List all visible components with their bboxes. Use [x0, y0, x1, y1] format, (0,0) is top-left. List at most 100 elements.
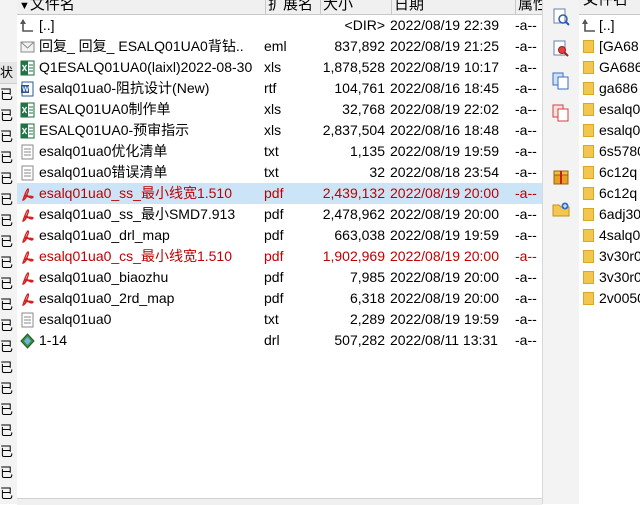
file-name: esalq01ua0_biaozhu: [39, 269, 169, 285]
left-list-item[interactable]: 已: [0, 294, 17, 315]
file-date: 2022/08/19 22:39: [390, 17, 499, 33]
find-file-icon[interactable]: [552, 40, 570, 58]
right-list-item[interactable]: 6c12q: [579, 183, 640, 204]
file-row[interactable]: Q1ESALQ01UA0(laixl)2022-08-30 xls 1,878,52…: [17, 57, 542, 78]
file-row[interactable]: [..] <DIR> 2022/08/19 22:39 -a--: [17, 15, 542, 36]
file-date: 2022/08/11 13:31: [390, 332, 498, 348]
file-date: 2022/08/19 21:25: [390, 38, 499, 54]
file-date: 2022/08/19 20:00: [390, 185, 499, 201]
file-row[interactable]: esalq01ua0_biaozhu pdf 7,985 2022/08/19 20:…: [17, 267, 542, 288]
right-list-item[interactable]: GA686: [579, 57, 640, 78]
right-list-item[interactable]: [GA68: [579, 36, 640, 57]
left-list-item[interactable]: 已: [0, 231, 17, 252]
left-list-item[interactable]: 已: [0, 105, 17, 126]
folder-icon: [583, 292, 594, 305]
right-file-panel: ▼文件名 [..] [GA68 GA686 ga686 esalq0 esalq0 6s57…: [579, 0, 640, 504]
right-item-name: 6c12q: [599, 164, 638, 180]
left-list-item[interactable]: 已: [0, 483, 17, 504]
file-row[interactable]: esalq01ua0_ss_最小SMD7.913 pdf 2,478,962 2022…: [17, 204, 542, 225]
left-list-item[interactable]: 已: [0, 399, 17, 420]
left-list-item[interactable]: 已: [0, 147, 17, 168]
left-list-item[interactable]: 已: [0, 210, 17, 231]
email-file-icon: [19, 36, 37, 57]
left-tab-label[interactable]: 状: [0, 62, 17, 84]
right-column-header-name[interactable]: ▼文件名: [579, 0, 640, 15]
column-header-ext[interactable]: 扩展名: [266, 0, 321, 14]
file-name: ESALQ01UA0-预审指示: [39, 122, 190, 138]
pdf-file-icon: [19, 204, 37, 225]
file-date: 2022/08/19 19:59: [390, 311, 499, 327]
right-list-item[interactable]: 3v30r0: [579, 267, 640, 288]
left-list-item[interactable]: 已: [0, 84, 17, 105]
right-list-item[interactable]: esalq0: [579, 120, 640, 141]
file-date: 2022/08/19 20:00: [390, 290, 499, 306]
excel-file-icon: [19, 57, 37, 78]
pdf-file-icon: [19, 267, 37, 288]
file-row[interactable]: esalq01ua0_2rd_map pdf 6,318 2022/08/19 20:…: [17, 288, 542, 309]
left-list-item[interactable]: 已: [0, 357, 17, 378]
left-list-item[interactable]: 已: [0, 252, 17, 273]
file-row[interactable]: esalq01ua0 txt 2,289 2022/08/19 19:59 -a--: [17, 309, 542, 330]
delete-file-icon[interactable]: [552, 104, 570, 122]
file-date: 2022/08/19 19:59: [390, 143, 499, 159]
right-list-item[interactable]: [..]: [579, 15, 640, 36]
right-list-item[interactable]: 3v30r0: [579, 246, 640, 267]
file-row[interactable]: ESALQ01UA0制作单 xls 32,768 2022/08/19 22:02 -a…: [17, 99, 542, 120]
right-list-item[interactable]: 6s5780: [579, 141, 640, 162]
file-attr: -a--: [515, 164, 537, 180]
right-item-name: [..]: [599, 17, 615, 33]
column-header-name[interactable]: ▼文件名: [17, 0, 266, 14]
left-list-item[interactable]: 已: [0, 126, 17, 147]
right-list-item[interactable]: ga686: [579, 78, 640, 99]
file-date: 2022/08/16 18:48: [390, 122, 499, 138]
left-list-item[interactable]: 已: [0, 336, 17, 357]
right-list-item[interactable]: 4salq0: [579, 225, 640, 246]
left-list-item[interactable]: 已: [0, 378, 17, 399]
file-row[interactable]: esalq01ua0优化清单 txt 1,135 2022/08/19 19:59 -a…: [17, 141, 542, 162]
file-name: esalq01ua0_ss_最小线宽1.510: [39, 185, 233, 201]
file-attr: -a--: [515, 332, 537, 348]
file-row[interactable]: 1-14 drl 507,282 2022/08/11 13:31 -a--: [17, 330, 542, 351]
right-list-item[interactable]: esalq0: [579, 99, 640, 120]
file-size: 2,439,132: [322, 185, 385, 201]
right-list-item[interactable]: 6adj30: [579, 204, 640, 225]
file-row[interactable]: ESALQ01UA0-预审指示 xls 2,837,504 2022/08/16 18…: [17, 120, 542, 141]
file-row[interactable]: esalq01ua0_ss_最小线宽1.510 pdf 2,439,132 2022/…: [17, 183, 542, 204]
file-row[interactable]: esalq01ua0_cs_最小线宽1.510 pdf 1,902,969 2022/…: [17, 246, 542, 267]
file-attr: -a--: [515, 80, 537, 96]
file-attr: -a--: [515, 248, 537, 264]
file-row[interactable]: esalq01ua0_drl_map pdf 663,038 2022/08/19 1…: [17, 225, 542, 246]
column-header-date[interactable]: 日期: [392, 0, 516, 14]
folder-icon: [583, 40, 594, 53]
column-header-attr[interactable]: 属性: [516, 0, 542, 14]
file-size: 104,761: [334, 80, 385, 96]
right-list-item[interactable]: 2v0050: [579, 288, 640, 309]
copy-file-icon[interactable]: [552, 72, 570, 90]
file-attr: -a--: [515, 17, 537, 33]
left-list-item[interactable]: 已: [0, 462, 17, 483]
left-list-item[interactable]: 已: [0, 168, 17, 189]
left-list-item[interactable]: 已: [0, 315, 17, 336]
file-attr: -a--: [515, 206, 537, 222]
new-folder-icon[interactable]: [552, 200, 570, 218]
pack-icon[interactable]: [552, 168, 570, 186]
left-list-item[interactable]: 已: [0, 441, 17, 462]
folder-icon: [583, 250, 594, 263]
file-row[interactable]: 回复_ 回复_ ESALQ01UA0背钻.. eml 837,892 2022/08/…: [17, 36, 542, 57]
file-size: 1,878,528: [322, 59, 385, 75]
left-list-item[interactable]: 已: [0, 273, 17, 294]
file-row[interactable]: Wesalq01ua0-阻抗设计(New) rtf 104,761 2022/08/1…: [17, 78, 542, 99]
right-item-name: esalq0: [599, 101, 640, 117]
right-list-item[interactable]: 6c12q: [579, 162, 640, 183]
file-size: 837,892: [334, 38, 385, 54]
left-list-item[interactable]: 已: [0, 420, 17, 441]
right-item-name: 3v30r0: [599, 269, 640, 285]
file-row[interactable]: esalq01ua0错误清单 txt 32 2022/08/18 23:54 -a--: [17, 162, 542, 183]
left-list-item[interactable]: 已: [0, 189, 17, 210]
right-item-name: 2v0050: [599, 290, 640, 306]
column-header-size[interactable]: 大小: [321, 0, 392, 14]
right-item-name: 6c12q: [599, 185, 638, 201]
file-name: esalq01ua0-阻抗设计(New): [39, 80, 210, 96]
svg-text:W: W: [22, 87, 29, 94]
view-file-icon[interactable]: [552, 8, 570, 26]
